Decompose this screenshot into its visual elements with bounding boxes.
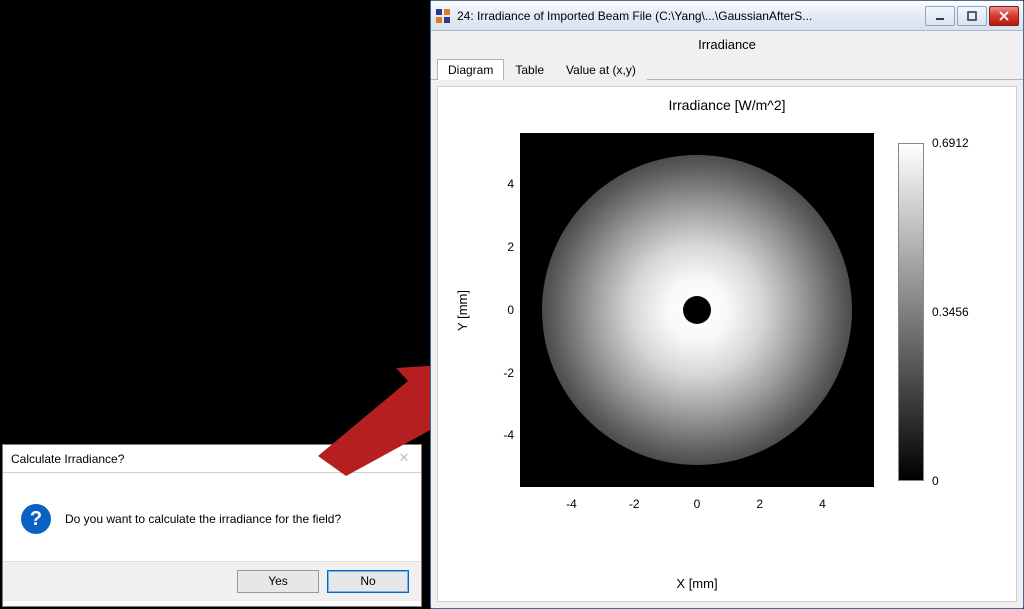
minimize-button[interactable]: [925, 6, 955, 26]
window-titlebar[interactable]: 24: Irradiance of Imported Beam File (C:…: [431, 1, 1023, 31]
colorbar-tick: 0: [932, 474, 939, 488]
colorbar-ticks: 0.6912 0.3456 0: [932, 143, 1002, 481]
x-tick: 2: [756, 497, 763, 511]
heatmap-axes[interactable]: [520, 133, 874, 487]
app-icon: [435, 8, 451, 24]
y-tick: -4: [503, 428, 514, 442]
y-tick: -2: [503, 366, 514, 380]
tab-table[interactable]: Table: [504, 59, 555, 80]
question-icon: ?: [21, 504, 51, 534]
x-ticks: -4 -2 0 2 4: [520, 491, 874, 521]
calculate-irradiance-dialog: Calculate Irradiance? ✕ ? Do you want to…: [2, 444, 422, 607]
close-button[interactable]: [989, 6, 1019, 26]
dialog-body: ? Do you want to calculate the irradianc…: [3, 473, 421, 561]
x-tick: 0: [694, 497, 701, 511]
tab-bar: Diagram Table Value at (x,y): [431, 56, 1023, 80]
y-axis-label: Y [mm]: [452, 133, 472, 487]
tab-value-at-xy[interactable]: Value at (x,y): [555, 59, 647, 80]
x-tick: -2: [629, 497, 640, 511]
beam-obscuration: [683, 296, 711, 324]
dialog-titlebar[interactable]: Calculate Irradiance? ✕: [3, 445, 421, 473]
y-tick: 2: [507, 240, 514, 254]
colorbar[interactable]: [898, 143, 924, 481]
colorbar-tick: 0.6912: [932, 136, 969, 150]
y-tick: 0: [507, 303, 514, 317]
no-button[interactable]: No: [327, 570, 409, 593]
colorbar-tick: 0.3456: [932, 305, 969, 319]
tab-diagram[interactable]: Diagram: [437, 59, 504, 80]
yes-button[interactable]: Yes: [237, 570, 319, 593]
dialog-close-icon[interactable]: ✕: [393, 449, 415, 467]
chart-title: Irradiance [W/m^2]: [438, 97, 1016, 113]
dialog-button-row: Yes No: [3, 561, 421, 601]
x-axis-label: X [mm]: [520, 576, 874, 591]
irradiance-window: 24: Irradiance of Imported Beam File (C:…: [430, 0, 1024, 609]
y-tick: 4: [507, 177, 514, 191]
dialog-title: Calculate Irradiance?: [11, 452, 124, 466]
y-ticks: -4 -2 0 2 4: [484, 133, 518, 487]
plot-area: Irradiance [W/m^2] Y [mm] X [mm] -4 -2 0…: [437, 86, 1017, 602]
dialog-message: Do you want to calculate the irradiance …: [65, 512, 341, 526]
document-title: Irradiance: [431, 31, 1023, 56]
window-title: 24: Irradiance of Imported Beam File (C:…: [457, 9, 917, 23]
x-tick: 4: [819, 497, 826, 511]
x-tick: -4: [566, 497, 577, 511]
maximize-button[interactable]: [957, 6, 987, 26]
